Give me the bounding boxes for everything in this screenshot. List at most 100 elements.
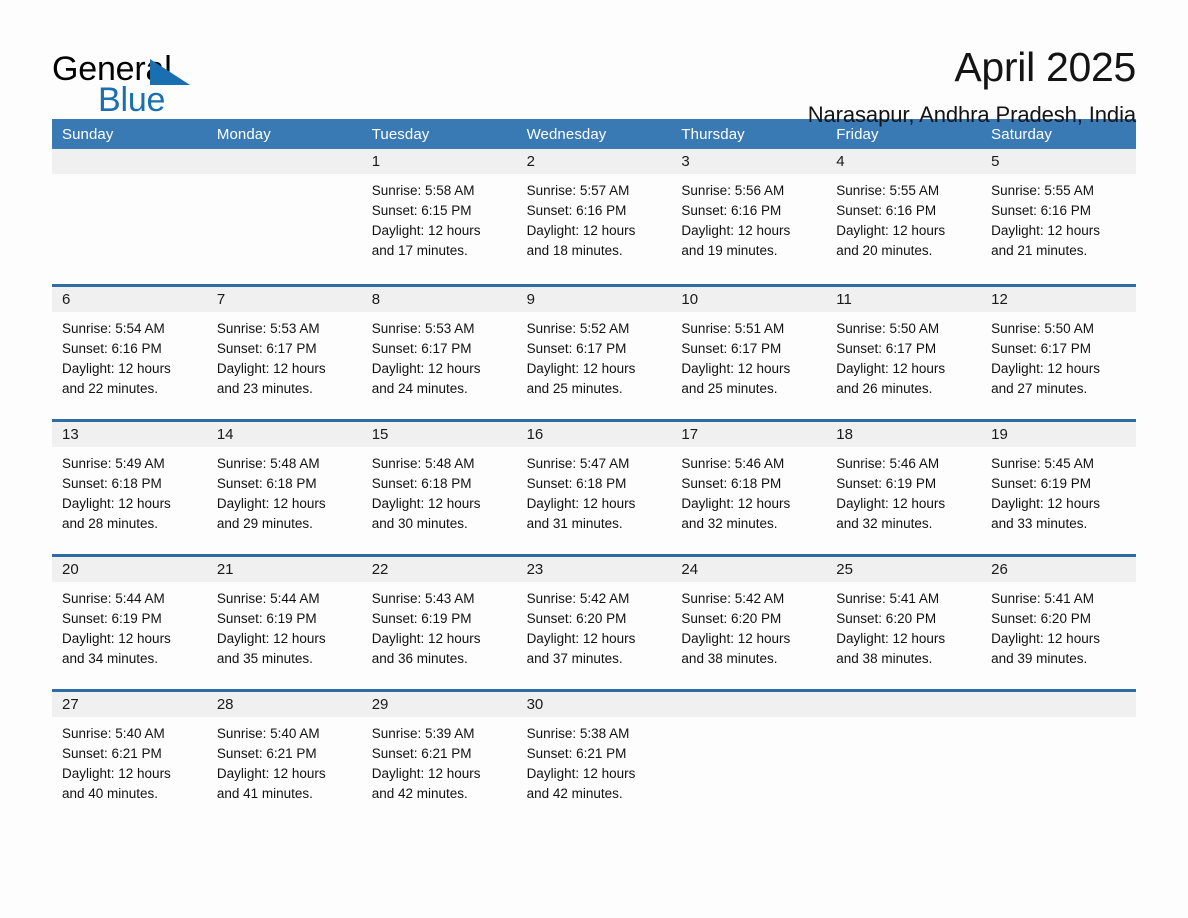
day-cell-27[interactable]: 27 Sunrise: 5:40 AM Sunset: 6:21 PM Dayligh… [52, 692, 207, 824]
sunrise-text: Sunrise: 5:51 AM [681, 321, 785, 336]
sunset-text: Sunset: 6:21 PM [371, 746, 472, 761]
daylight-text: Daylight: 12 hours and 18 minutes. [526, 223, 636, 258]
day-details: Sunrise: 5:42 AM Sunset: 6:20 PM Daylight:… [671, 582, 826, 669]
day-cell-22[interactable]: 22 Sunrise: 5:43 AM Sunset: 6:19 PM Dayligh… [361, 557, 517, 689]
day-number: 18 [826, 422, 982, 447]
sunrise-text: Sunrise: 5:43 AM [371, 591, 475, 606]
daylight-text: Daylight: 12 hours and 23 minutes. [216, 361, 326, 396]
day-cell-9[interactable]: 9 Sunrise: 5:52 AM Sunset: 6:17 PM Daylight… [516, 287, 672, 419]
general-blue-logo[interactable]: General Blue [52, 44, 202, 117]
sunrise-text: Sunrise: 5:50 AM [836, 321, 940, 336]
day-number: 7 [206, 287, 362, 312]
daylight-text: Daylight: 12 hours and 30 minutes. [371, 496, 481, 531]
day-cell-4[interactable]: 4 Sunrise: 5:55 AM Sunset: 6:16 PM Daylight… [826, 149, 982, 284]
day-details: Sunrise: 5:52 AM Sunset: 6:17 PM Daylight:… [517, 312, 672, 399]
day-cell-7[interactable]: 7 Sunrise: 5:53 AM Sunset: 6:17 PM Daylight… [206, 287, 362, 419]
day-cell-28[interactable]: 28 Sunrise: 5:40 AM Sunset: 6:21 PM Dayligh… [206, 692, 362, 824]
weekday-header-thursday: Thursday [681, 125, 745, 143]
sunrise-text: Sunrise: 5:42 AM [681, 591, 785, 606]
daylight-text: Daylight: 12 hours and 17 minutes. [371, 223, 481, 258]
day-cell-24[interactable]: 24 Sunrise: 5:42 AM Sunset: 6:20 PM Dayligh… [671, 557, 827, 689]
day-details: Sunrise: 5:55 AM Sunset: 6:16 PM Daylight:… [826, 174, 981, 261]
day-cell-20[interactable]: 20 Sunrise: 5:44 AM Sunset: 6:19 PM Dayligh… [52, 557, 207, 689]
calendar-week-row: 1 Sunrise: 5:58 AM Sunset: 6:15 PM Daylight… [52, 149, 1136, 284]
sunset-text: Sunset: 6:17 PM [216, 341, 317, 356]
day-number: 24 [671, 557, 827, 582]
calendar-table: Sunday Monday Tuesday Wednesday Thursday Frid… [52, 119, 1136, 824]
daylight-text: Daylight: 12 hours and 32 minutes. [681, 496, 791, 531]
day-cell-13[interactable]: 13 Sunrise: 5:49 AM Sunset: 6:18 PM Dayligh… [52, 422, 207, 554]
day-number: 15 [361, 422, 517, 447]
calendar-weeks: 1 Sunrise: 5:58 AM Sunset: 6:15 PM Daylight… [52, 149, 1136, 824]
daylight-text: Daylight: 12 hours and 38 minutes. [681, 631, 791, 666]
day-number: 19 [981, 422, 1136, 447]
sunset-text: Sunset: 6:17 PM [681, 341, 782, 356]
day-cell-1[interactable]: 1 Sunrise: 5:58 AM Sunset: 6:15 PM Daylight… [361, 149, 517, 284]
sunrise-text: Sunrise: 5:45 AM [991, 456, 1094, 471]
sunset-text: Sunset: 6:15 PM [371, 203, 472, 218]
day-cell-15[interactable]: 15 Sunrise: 5:48 AM Sunset: 6:18 PM Dayligh… [361, 422, 517, 554]
daylight-text: Daylight: 12 hours and 35 minutes. [216, 631, 326, 666]
sunset-text: Sunset: 6:18 PM [62, 476, 162, 491]
day-number [826, 692, 982, 717]
daylight-text: Daylight: 12 hours and 33 minutes. [991, 496, 1100, 531]
sunset-text: Sunset: 6:16 PM [62, 341, 162, 356]
sunrise-text: Sunrise: 5:52 AM [526, 321, 630, 336]
day-cell-3[interactable]: 3 Sunrise: 5:56 AM Sunset: 6:16 PM Daylight… [671, 149, 827, 284]
day-number [206, 149, 362, 174]
sunset-text: Sunset: 6:16 PM [526, 203, 627, 218]
day-details: Sunrise: 5:46 AM Sunset: 6:18 PM Daylight:… [671, 447, 826, 534]
day-cell-12[interactable]: 12 Sunrise: 5:50 AM Sunset: 6:17 PM Dayligh… [981, 287, 1136, 419]
daylight-text: Daylight: 12 hours and 25 minutes. [526, 361, 636, 396]
day-cell-11[interactable]: 11 Sunrise: 5:50 AM Sunset: 6:17 PM Dayligh… [826, 287, 982, 419]
weekday-header-saturday: Saturday [991, 125, 1052, 143]
day-details: Sunrise: 5:48 AM Sunset: 6:18 PM Daylight:… [362, 447, 517, 534]
day-cell-17[interactable]: 17 Sunrise: 5:46 AM Sunset: 6:18 PM Dayligh… [671, 422, 827, 554]
day-number: 3 [671, 149, 827, 174]
day-number: 5 [981, 149, 1136, 174]
sunset-text: Sunset: 6:18 PM [216, 476, 317, 491]
day-cell-5[interactable]: 5 Sunrise: 5:55 AM Sunset: 6:16 PM Daylight… [981, 149, 1136, 284]
day-details: Sunrise: 5:51 AM Sunset: 6:17 PM Daylight:… [671, 312, 826, 399]
day-details: Sunrise: 5:46 AM Sunset: 6:19 PM Daylight:… [826, 447, 981, 534]
sunrise-text: Sunrise: 5:54 AM [62, 321, 165, 336]
daylight-text: Daylight: 12 hours and 20 minutes. [836, 223, 946, 258]
day-cell-16[interactable]: 16 Sunrise: 5:47 AM Sunset: 6:18 PM Dayligh… [516, 422, 672, 554]
day-cell-10[interactable]: 10 Sunrise: 5:51 AM Sunset: 6:17 PM Dayligh… [671, 287, 827, 419]
day-details: Sunrise: 5:40 AM Sunset: 6:21 PM Daylight:… [207, 717, 362, 804]
day-cell-25[interactable]: 25 Sunrise: 5:41 AM Sunset: 6:20 PM Dayligh… [826, 557, 982, 689]
daylight-text: Daylight: 12 hours and 41 minutes. [216, 766, 326, 801]
weekday-header-wednesday: Wednesday [526, 125, 607, 143]
day-cell-2[interactable]: 2 Sunrise: 5:57 AM Sunset: 6:16 PM Daylight… [516, 149, 672, 284]
sunset-text: Sunset: 6:18 PM [526, 476, 627, 491]
day-cell-21[interactable]: 21 Sunrise: 5:44 AM Sunset: 6:19 PM Dayligh… [206, 557, 362, 689]
day-details: Sunrise: 5:53 AM Sunset: 6:17 PM Daylight:… [207, 312, 362, 399]
day-cell-26[interactable]: 26 Sunrise: 5:41 AM Sunset: 6:20 PM Dayligh… [981, 557, 1136, 689]
day-cell-8[interactable]: 8 Sunrise: 5:53 AM Sunset: 6:17 PM Daylight… [361, 287, 517, 419]
day-number: 13 [52, 422, 207, 447]
sunrise-text: Sunrise: 5:55 AM [991, 183, 1094, 198]
sunset-text: Sunset: 6:17 PM [371, 341, 472, 356]
day-cell-30[interactable]: 30 Sunrise: 5:38 AM Sunset: 6:21 PM Dayligh… [516, 692, 672, 824]
calendar-week-row: 27 Sunrise: 5:40 AM Sunset: 6:21 PM Dayligh… [52, 689, 1136, 824]
day-number: 20 [52, 557, 207, 582]
sunrise-text: Sunrise: 5:46 AM [681, 456, 785, 471]
sunrise-text: Sunrise: 5:49 AM [62, 456, 165, 471]
day-details: Sunrise: 5:57 AM Sunset: 6:16 PM Daylight:… [517, 174, 672, 261]
daylight-text: Daylight: 12 hours and 31 minutes. [526, 496, 636, 531]
day-details: Sunrise: 5:53 AM Sunset: 6:17 PM Daylight:… [362, 312, 517, 399]
day-cell-29[interactable]: 29 Sunrise: 5:39 AM Sunset: 6:21 PM Dayligh… [361, 692, 517, 824]
daylight-text: Daylight: 12 hours and 26 minutes. [836, 361, 946, 396]
day-details: Sunrise: 5:38 AM Sunset: 6:21 PM Daylight:… [517, 717, 672, 804]
day-cell-6[interactable]: 6 Sunrise: 5:54 AM Sunset: 6:16 PM Daylight… [52, 287, 207, 419]
weekday-header-tuesday: Tuesday [371, 125, 430, 143]
day-details: Sunrise: 5:50 AM Sunset: 6:17 PM Daylight:… [981, 312, 1136, 399]
sunrise-text: Sunrise: 5:41 AM [836, 591, 940, 606]
day-cell-18[interactable]: 18 Sunrise: 5:46 AM Sunset: 6:19 PM Dayligh… [826, 422, 982, 554]
day-cell-19[interactable]: 19 Sunrise: 5:45 AM Sunset: 6:19 PM Dayligh… [981, 422, 1136, 554]
day-cell-23[interactable]: 23 Sunrise: 5:42 AM Sunset: 6:20 PM Dayligh… [516, 557, 672, 689]
day-number: 16 [516, 422, 672, 447]
day-cell-14[interactable]: 14 Sunrise: 5:48 AM Sunset: 6:18 PM Dayligh… [206, 422, 362, 554]
day-number: 6 [52, 287, 207, 312]
daylight-text: Daylight: 12 hours and 38 minutes. [836, 631, 946, 666]
